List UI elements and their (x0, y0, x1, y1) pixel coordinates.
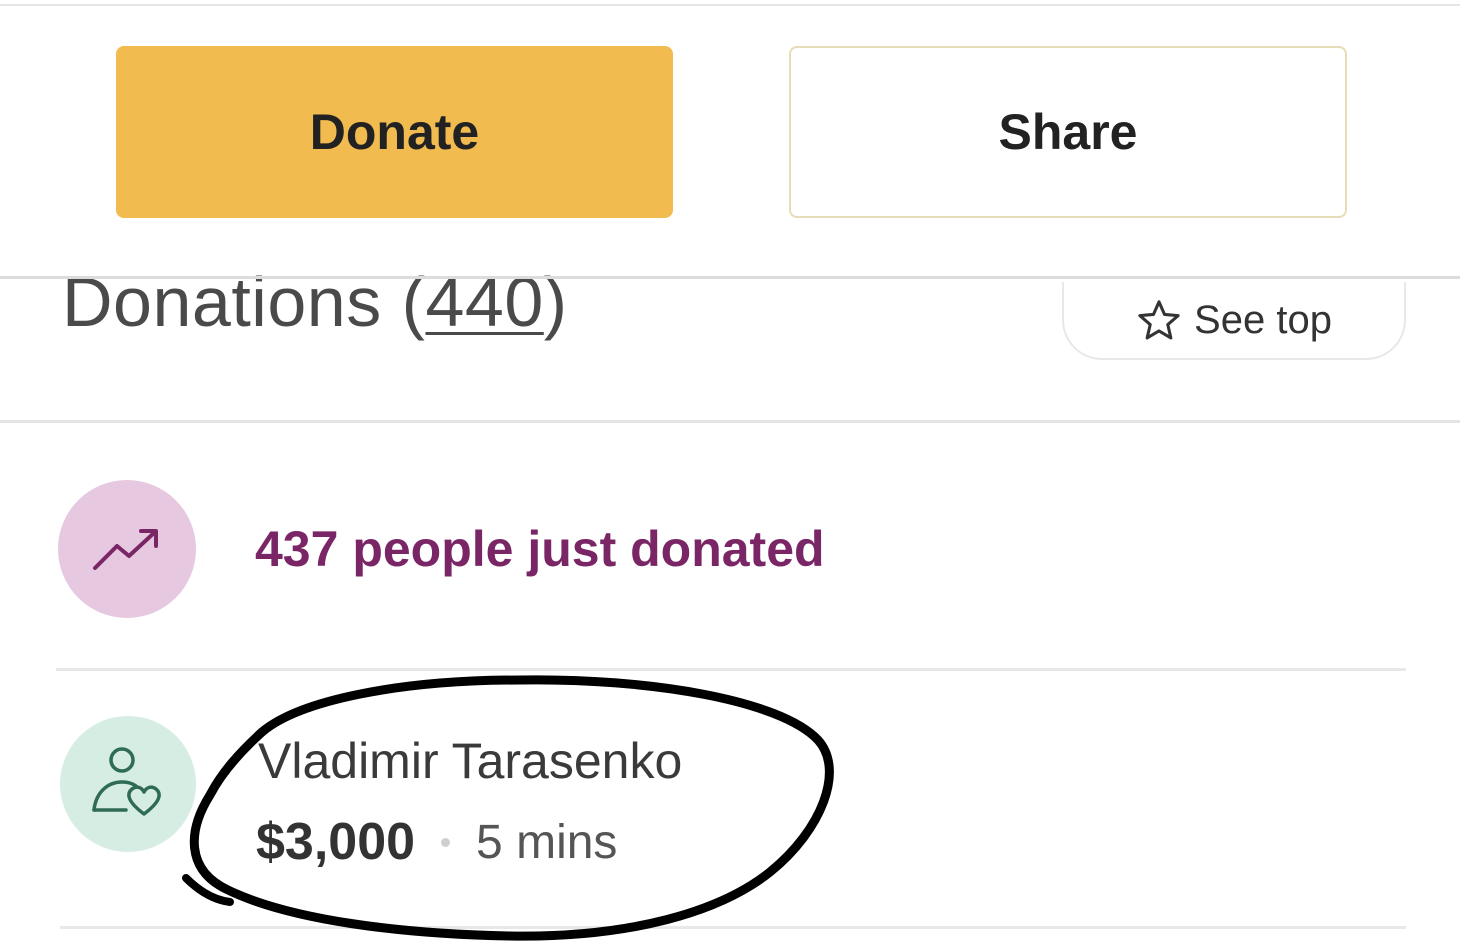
divider (56, 668, 1406, 671)
donation-amount: $3,000 (256, 813, 416, 871)
donor-heart-icon (60, 716, 196, 852)
donation-page: Donate Share Donations (440) See top 437… (0, 0, 1460, 943)
donor-name: Vladimir Tarasenko (258, 733, 683, 789)
dot-separator (441, 837, 451, 847)
recent-activity-row: 437 people just donated (56, 478, 1406, 618)
star-outline-icon (1136, 298, 1182, 342)
donation-meta: $3,000 5 mins (256, 812, 617, 872)
donations-heading-prefix: Donations ( (62, 263, 426, 341)
share-button[interactable]: Share (789, 46, 1347, 218)
recent-donations-text: 437 people just donated (255, 521, 825, 577)
donations-count[interactable]: 440 (425, 263, 543, 341)
trending-up-icon (58, 480, 196, 618)
divider (0, 420, 1460, 423)
share-button-label: Share (998, 104, 1138, 160)
divider (0, 4, 1460, 6)
donate-button-label: Donate (309, 104, 480, 160)
donation-time: 5 mins (476, 815, 618, 869)
donation-list-item: Vladimir Tarasenko $3,000 5 mins (56, 712, 1406, 871)
donate-button[interactable]: Donate (116, 46, 673, 218)
divider (60, 926, 1406, 929)
sticky-header-divider (0, 276, 1460, 279)
donations-heading: Donations (440) (62, 262, 568, 342)
see-top-label: See top (1194, 297, 1332, 342)
see-top-button[interactable]: See top (1062, 282, 1406, 360)
donations-heading-suffix: ) (543, 263, 568, 341)
